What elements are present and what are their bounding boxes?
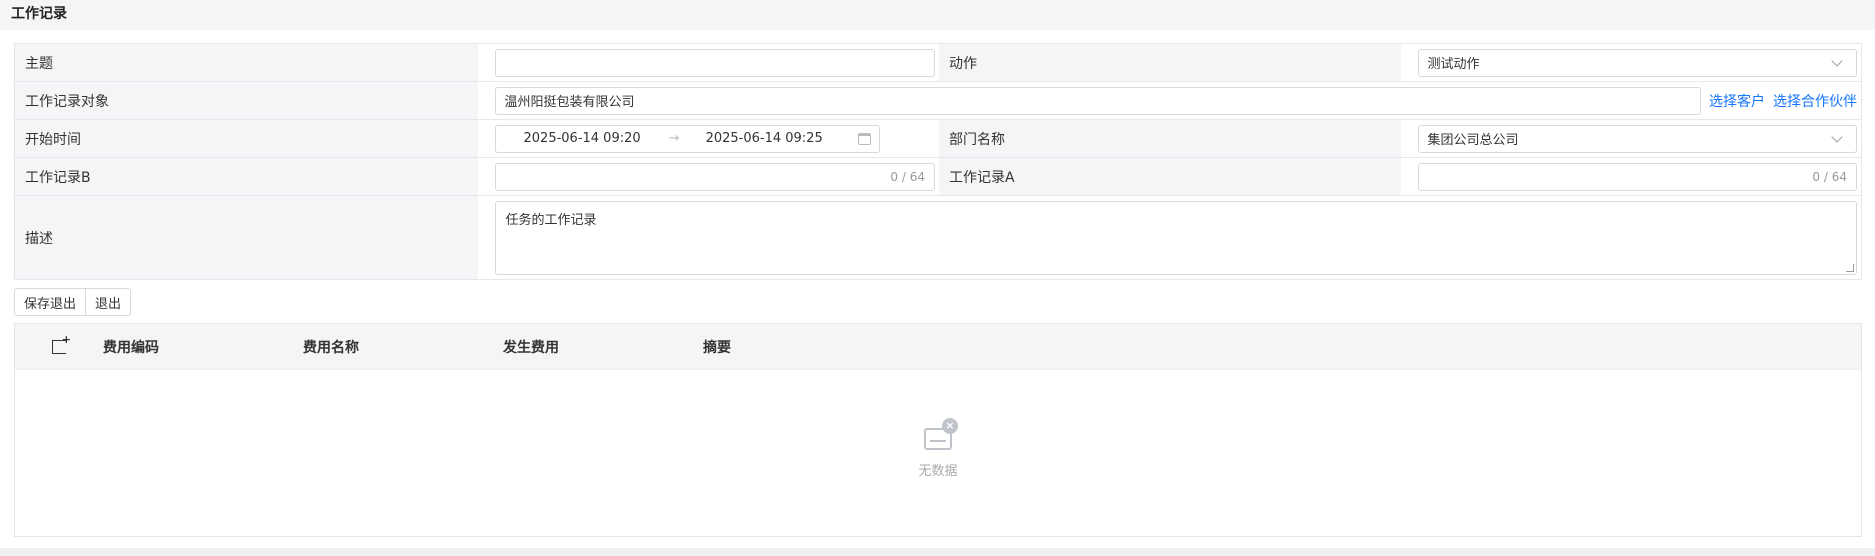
column-header-expense-code[interactable]: 费用编码 [103,337,303,357]
form-row-start-time: 开始时间 2025-06-14 09:20 → 2025-06-14 09:25… [15,120,1861,158]
start-time-to: 2025-06-14 09:25 [705,131,823,146]
action-select-value: 测试动作 [1427,57,1480,72]
select-customer-link[interactable]: 选择客户 [1709,91,1765,111]
save-exit-button[interactable]: 保存退出 [14,288,87,316]
desc-label: 描述 [15,196,478,279]
empty-state-text: 无数据 [918,464,958,479]
expense-grid: 费用编码 费用名称 发生费用 摘要 × 无数据 [14,323,1862,537]
action-select[interactable]: 测试动作 [1417,48,1857,77]
subject-label: 主题 [15,44,478,81]
dept-select-value: 集团公司总公司 [1427,133,1519,148]
form-row-records: 工作记录B 0 / 64 工作记录A 0 / 64 [15,158,1861,196]
form-row-subject: 主题 动作 测试动作 [15,44,1861,82]
dept-select[interactable]: 集团公司总公司 [1417,124,1857,153]
desc-text: 任务的工作记录 [505,212,597,228]
record-a-input[interactable]: 0 / 64 [1417,162,1857,191]
record-b-label: 工作记录B [15,158,478,195]
record-b-input[interactable]: 0 / 64 [494,162,935,191]
subject-input[interactable] [494,48,935,77]
arrow-right-icon: → [668,131,680,146]
form-row-target: 工作记录对象 温州阳挺包装有限公司 选择客户 选择合作伙伴 [15,82,1861,120]
column-header-summary[interactable]: 摘要 [703,337,903,357]
calendar-icon [857,132,871,145]
empty-inbox-icon: × [922,418,958,452]
start-time-label: 开始时间 [15,120,478,157]
record-a-label: 工作记录A [939,158,1401,195]
record-b-counter: 0 / 64 [890,169,925,184]
column-header-expense-name[interactable]: 费用名称 [303,337,503,357]
action-button-group: 保存退出 退出 [14,288,132,316]
select-partner-link[interactable]: 选择合作伙伴 [1773,91,1857,111]
target-label: 工作记录对象 [15,82,478,119]
column-header-expense-amount[interactable]: 发生费用 [503,337,703,357]
desc-textarea[interactable]: 任务的工作记录 [494,200,1857,275]
chevron-down-icon [1831,130,1843,143]
footer-divider [0,548,1875,556]
empty-state: × 无数据 [15,418,1861,479]
dept-label: 部门名称 [939,120,1401,157]
start-time-from: 2025-06-14 09:20 [523,131,641,146]
action-label: 动作 [939,44,1401,81]
form-row-description: 描述 任务的工作记录 [15,196,1861,279]
exit-button[interactable]: 退出 [86,288,132,316]
grid-header: 费用编码 费用名称 发生费用 摘要 [15,324,1861,370]
resize-handle-icon[interactable] [1846,263,1854,272]
page-title: 工作记录 [0,0,1875,30]
add-row-icon[interactable] [52,333,71,354]
chevron-down-icon [1831,54,1843,67]
work-record-form: 主题 动作 测试动作 工作记录对象 温州阳挺包装有限公司 选择客户 选择合作伙伴… [14,43,1862,280]
start-time-range-picker[interactable]: 2025-06-14 09:20 → 2025-06-14 09:25 [494,124,880,153]
target-input[interactable]: 温州阳挺包装有限公司 [494,86,1701,115]
record-a-counter: 0 / 64 [1812,169,1847,184]
